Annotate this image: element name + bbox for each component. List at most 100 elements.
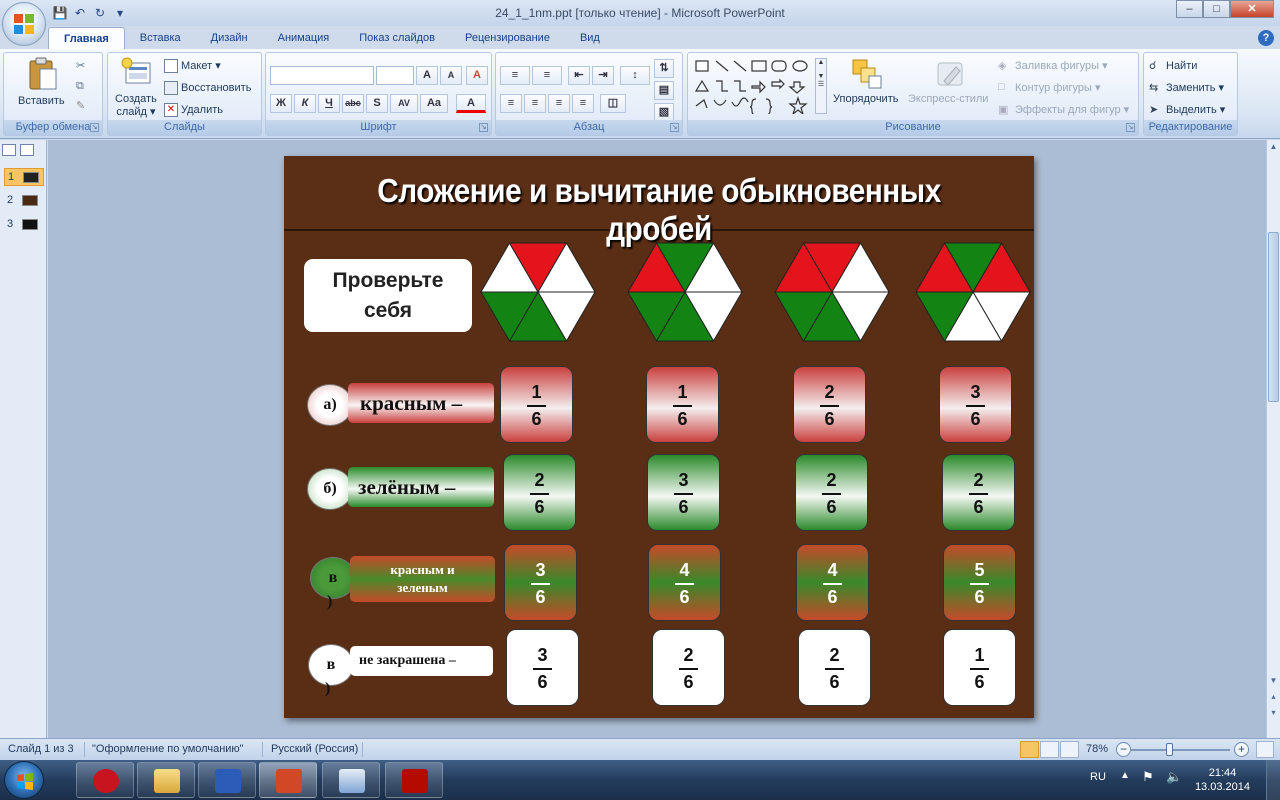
slide-title-bar: Сложение и вычитание обыкновенных дробей (284, 156, 1034, 247)
normal-view-icon[interactable] (1020, 741, 1039, 758)
zoom-out-icon[interactable]: − (1116, 742, 1131, 757)
shapes-gallery-icon[interactable] (694, 58, 820, 114)
justify-icon[interactable]: ≡ (572, 94, 594, 113)
zoom-in-icon[interactable]: + (1234, 742, 1249, 757)
tab-insert[interactable]: Вставка (125, 27, 196, 49)
clear-format-button[interactable]: A (466, 66, 488, 85)
layout-button[interactable]: Макет ▾ (164, 59, 221, 74)
bullets-icon[interactable]: ≡ (500, 66, 530, 85)
tray-expand-icon[interactable]: ▲ (1120, 770, 1130, 781)
taskbar-word[interactable] (198, 762, 256, 798)
taskbar-acrobat[interactable] (385, 762, 443, 798)
font-color-button[interactable]: A (456, 94, 486, 113)
quick-styles-button[interactable]: Экспресс-стили (908, 93, 988, 105)
volume-icon[interactable]: 🔈 (1166, 769, 1182, 785)
paste-button[interactable]: Вставить (18, 95, 65, 107)
action-center-icon[interactable]: ⚑ (1142, 769, 1154, 785)
align-center-icon[interactable]: ≡ (524, 94, 546, 113)
taskbar-opera[interactable] (76, 762, 134, 798)
shadow-button[interactable]: S (366, 94, 388, 113)
paragraph-launcher-icon[interactable]: ↘ (670, 123, 679, 132)
tab-review[interactable]: Рецензирование (450, 27, 565, 49)
shape-outline-button[interactable]: □ Контур фигуры ▾ (998, 81, 1101, 95)
tab-home[interactable]: Главная (48, 27, 125, 49)
show-desktop-button[interactable] (1266, 760, 1280, 800)
input-language[interactable]: RU (1090, 771, 1106, 783)
font-family-combo[interactable] (270, 66, 374, 85)
maximize-button[interactable]: □ (1203, 0, 1230, 18)
fit-to-window-icon[interactable] (1256, 741, 1274, 758)
align-left-icon[interactable]: ≡ (500, 94, 522, 113)
taskbar-publisher[interactable] (322, 762, 380, 798)
close-button[interactable]: ✕ (1230, 0, 1274, 18)
cut-icon[interactable]: ✂ (76, 59, 85, 72)
tab-design[interactable]: Дизайн (196, 27, 263, 49)
start-button[interactable] (4, 761, 44, 799)
arrange-button[interactable]: Упорядочить (833, 93, 898, 105)
slide-sorter-view-icon[interactable] (1040, 741, 1059, 758)
char-spacing-button[interactable]: AV (390, 94, 418, 113)
underline-button[interactable]: Ч (318, 94, 340, 113)
format-painter-icon[interactable]: ✎ (76, 99, 85, 112)
outline-tab-icon[interactable] (20, 144, 34, 156)
slide-thumbnail-2[interactable]: 2 (4, 192, 44, 210)
slide-thumbnail-3[interactable]: 3 (4, 216, 44, 234)
prev-slide-icon[interactable]: ▴ (1268, 692, 1279, 704)
decrease-indent-icon[interactable]: ⇤ (568, 66, 590, 85)
font-size-combo[interactable] (376, 66, 414, 85)
theme-name[interactable]: "Оформление по умолчанию" (92, 743, 244, 755)
zoom-slider-thumb[interactable] (1166, 743, 1173, 756)
line-spacing-icon[interactable]: ↕ (620, 66, 650, 85)
align-right-icon[interactable]: ≡ (548, 94, 570, 113)
change-case-button[interactable]: Aa (420, 94, 448, 113)
next-slide-icon[interactable]: ▾ (1268, 708, 1279, 720)
clipboard-launcher-icon[interactable]: ↘ (90, 123, 99, 132)
denominator: 6 (535, 587, 546, 607)
slideshow-view-icon[interactable] (1060, 741, 1079, 758)
slides-tab-icon[interactable] (2, 144, 16, 156)
office-button[interactable] (2, 2, 46, 46)
numbering-icon[interactable]: ≡ (532, 66, 562, 85)
new-slide-button[interactable]: Создать слайд ▾ (115, 93, 157, 119)
select-button[interactable]: ➤ Выделить ▾ (1149, 103, 1225, 117)
replace-button[interactable]: ⇆ Заменить ▾ (1149, 81, 1224, 95)
shapes-scroll[interactable]: ▲ ▼ ☰ (815, 58, 827, 114)
delete-slide-button[interactable]: ✕ Удалить (164, 103, 223, 117)
tab-slideshow[interactable]: Показ слайдов (344, 27, 450, 49)
shape-effects-button[interactable]: ▣ Эффекты для фигур ▾ (998, 103, 1129, 117)
taskbar-powerpoint[interactable] (259, 762, 317, 798)
scroll-down-icon[interactable]: ▼ (1268, 676, 1279, 688)
drawing-launcher-icon[interactable]: ↘ (1126, 123, 1135, 132)
vertical-scrollbar[interactable]: ▲ ▼ ▴ ▾ (1266, 140, 1280, 738)
increase-indent-icon[interactable]: ⇥ (592, 66, 614, 85)
scroll-up-icon[interactable]: ▲ (1268, 142, 1279, 154)
tab-animation[interactable]: Анимация (263, 27, 345, 49)
reset-button[interactable]: Восстановить (164, 81, 251, 95)
minimize-button[interactable]: – (1176, 0, 1203, 18)
slide-canvas[interactable]: Сложение и вычитание обыкновенных дробей… (284, 156, 1034, 718)
clock[interactable]: 21:44 13.03.2014 (1195, 766, 1250, 794)
cursor-icon: ➤ (1149, 104, 1159, 117)
tab-view[interactable]: Вид (565, 27, 615, 49)
columns-icon[interactable]: ◫ (600, 94, 626, 113)
font-launcher-icon[interactable]: ↘ (479, 123, 488, 132)
italic-button[interactable]: К (294, 94, 316, 113)
align-text-icon[interactable]: ▤ (654, 81, 674, 100)
find-button[interactable]: ☌ Найти (1149, 59, 1197, 73)
zoom-level[interactable]: 78% (1086, 743, 1108, 755)
zoom-slider[interactable] (1130, 749, 1230, 751)
text-direction-icon[interactable]: ⇅ (654, 59, 674, 78)
shape-fill-button[interactable]: ◈ Заливка фигуры ▾ (998, 59, 1108, 73)
slides-panel-tabs (2, 144, 34, 156)
taskbar-explorer[interactable] (137, 762, 195, 798)
delete-icon: ✕ (164, 103, 178, 117)
slide-thumbnail-1[interactable]: 1 (4, 168, 44, 186)
scrollbar-thumb[interactable] (1268, 232, 1279, 402)
strikethrough-button[interactable]: abc (342, 94, 364, 113)
copy-icon[interactable]: ⧉ (76, 80, 84, 93)
bold-button[interactable]: Ж (270, 94, 292, 113)
grow-font-button[interactable]: A (416, 66, 438, 85)
shrink-font-button[interactable]: A (440, 66, 462, 85)
help-icon[interactable]: ? (1258, 30, 1274, 46)
language-status[interactable]: Русский (Россия) (271, 743, 358, 755)
